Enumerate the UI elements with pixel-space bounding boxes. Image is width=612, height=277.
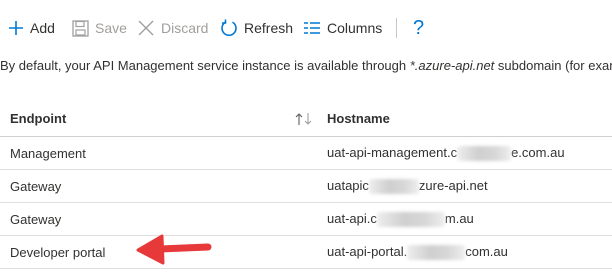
- help-icon: ?: [413, 16, 425, 39]
- hostname-cell: uatapic zure-api.net: [310, 169, 612, 203]
- hostname-end: m.au: [444, 210, 474, 226]
- columns-icon: [304, 22, 320, 34]
- save-label: Save: [95, 20, 127, 36]
- discard-label: Discard: [161, 20, 209, 36]
- hostname-start: uat-api.c: [327, 210, 377, 226]
- intro-text-end: subdomain (for exam: [494, 58, 612, 73]
- table-row[interactable]: Gateway uat-api.c m.au: [0, 202, 612, 236]
- endpoint-cell: Management: [0, 136, 310, 170]
- discard-icon: [138, 20, 154, 36]
- hostname-start: uat-api-management.c: [327, 144, 458, 160]
- sort-icon[interactable]: [294, 112, 314, 126]
- intro-text: By default, your API Management service …: [0, 58, 612, 74]
- table-row[interactable]: Developer portal uat-api-portal. com.au: [0, 235, 612, 269]
- add-label: Add: [30, 20, 55, 36]
- hostname-start: uatapic: [327, 177, 369, 193]
- redacted-blur: [457, 146, 512, 162]
- command-bar: Add Save Discard Refresh Columns ?: [0, 0, 612, 56]
- intro-text-start: By default, your API Management service …: [0, 58, 410, 73]
- refresh-icon: [221, 19, 237, 36]
- hostname-start: uat-api-portal.: [327, 243, 408, 259]
- add-icon: [9, 21, 23, 35]
- toolbar-divider: [396, 18, 397, 38]
- columns-button[interactable]: Columns: [303, 16, 382, 40]
- save-icon: [72, 19, 89, 37]
- help-button[interactable]: ?: [413, 16, 424, 40]
- hostname-cell: uat-api-portal. com.au: [310, 235, 612, 269]
- redacted-blur: [376, 212, 445, 228]
- columns-label: Columns: [327, 20, 383, 36]
- save-button[interactable]: Save: [72, 16, 127, 40]
- hostname-column-header[interactable]: Hostname: [310, 100, 612, 137]
- endpoint-cell: Gateway: [0, 169, 310, 203]
- red-arrow: [136, 234, 212, 265]
- hostname-end: e.com.au: [511, 144, 565, 160]
- hostname-cell: uat-api-management.c e.com.au: [310, 136, 612, 170]
- hostname-cell: uat-api.c m.au: [310, 202, 612, 236]
- hostname-end: zure-api.net: [418, 177, 488, 193]
- add-button[interactable]: Add: [8, 16, 55, 40]
- intro-domain: *.azure-api.net: [409, 58, 495, 73]
- refresh-button[interactable]: Refresh: [220, 16, 293, 40]
- discard-button[interactable]: Discard: [137, 16, 208, 40]
- table-row[interactable]: Management uat-api-management.c e.com.au: [0, 136, 612, 170]
- redacted-blur: [407, 245, 466, 261]
- refresh-label: Refresh: [244, 20, 294, 36]
- hostname-end: com.au: [465, 243, 508, 259]
- endpoint-column-header[interactable]: Endpoint: [0, 100, 310, 137]
- redacted-blur: [368, 179, 419, 195]
- table-row[interactable]: Gateway uatapic zure-api.net: [0, 169, 612, 203]
